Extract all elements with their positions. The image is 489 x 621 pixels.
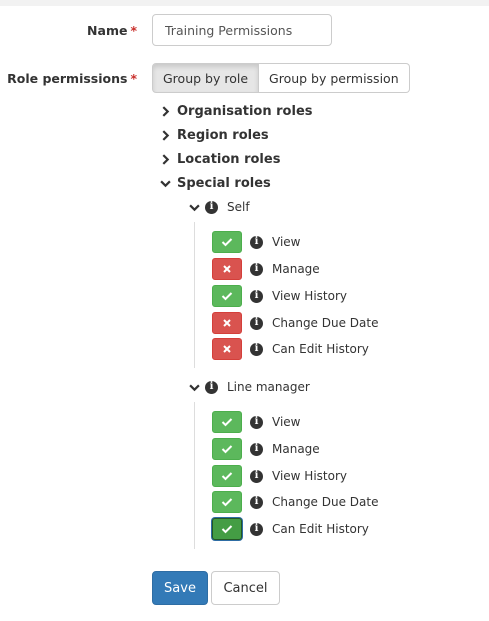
- required-mark: *: [130, 23, 137, 38]
- required-mark: *: [130, 71, 137, 86]
- info-icon[interactable]: i: [250, 235, 263, 249]
- permission-toggle[interactable]: [212, 491, 242, 513]
- group-organisation-roles[interactable]: Organisation roles: [160, 102, 313, 120]
- group-by-role-button[interactable]: Group by role: [152, 63, 260, 93]
- check-icon: [221, 445, 233, 454]
- info-icon[interactable]: i: [250, 469, 263, 483]
- permission-row: i Change Due Date: [212, 312, 378, 334]
- permission-toggle[interactable]: [212, 258, 242, 280]
- chevron-right-icon: [162, 129, 170, 141]
- permission-label: Change Due Date: [272, 495, 379, 509]
- name-input[interactable]: [152, 14, 332, 46]
- permission-label: Change Due Date: [272, 316, 379, 330]
- info-icon[interactable]: i: [250, 522, 263, 536]
- self-tree-line: [194, 222, 195, 368]
- chevron-right-icon: [162, 153, 170, 165]
- permission-row: i Can Edit History: [212, 518, 369, 540]
- save-button[interactable]: Save: [152, 571, 208, 605]
- group-by-permission-button[interactable]: Group by permission: [259, 63, 410, 93]
- info-icon[interactable]: i: [250, 262, 263, 276]
- permission-toggle[interactable]: [212, 231, 242, 253]
- permission-row: i View History: [212, 285, 347, 307]
- line-manager-tree-line: [194, 402, 195, 549]
- group-region-roles[interactable]: Region roles: [160, 126, 269, 144]
- permission-toggle[interactable]: [212, 465, 242, 487]
- x-icon: [223, 345, 231, 353]
- permission-label: View History: [272, 469, 347, 483]
- grouping-toggle: Group by role Group by permission: [152, 63, 410, 93]
- group-special-roles[interactable]: Special roles: [160, 174, 271, 192]
- check-icon: [221, 238, 233, 247]
- permission-row: i View: [212, 231, 300, 253]
- chevron-down-icon: [189, 384, 200, 391]
- group-location-roles[interactable]: Location roles: [160, 150, 280, 168]
- cancel-button[interactable]: Cancel: [211, 571, 280, 605]
- check-icon: [221, 498, 233, 507]
- chevron-down-icon: [189, 204, 200, 211]
- permission-toggle[interactable]: [212, 312, 242, 334]
- check-icon: [221, 292, 233, 301]
- permission-row: i View History: [212, 465, 347, 487]
- role-permissions-label: Role permissions *: [7, 71, 137, 86]
- permission-row: i Can Edit History: [212, 338, 369, 360]
- permission-row: i Manage: [212, 438, 320, 460]
- permission-toggle[interactable]: [212, 338, 242, 360]
- info-icon[interactable]: i: [250, 495, 263, 509]
- check-icon: [221, 472, 233, 481]
- permission-label: Can Edit History: [272, 342, 369, 356]
- check-icon: [221, 418, 233, 427]
- permission-row: i View: [212, 411, 300, 433]
- permission-row: i Manage: [212, 258, 320, 280]
- role-label: Line manager: [227, 380, 310, 394]
- role-label: Self: [227, 200, 250, 214]
- permission-label: View: [272, 415, 301, 429]
- group-label: Special roles: [177, 175, 271, 191]
- role-line-manager[interactable]: i Line manager: [189, 379, 310, 395]
- permission-toggle[interactable]: [212, 285, 242, 307]
- permission-label: View: [272, 235, 301, 249]
- info-icon[interactable]: i: [205, 200, 218, 214]
- chevron-right-icon: [162, 105, 170, 117]
- permission-label: Manage: [272, 442, 320, 456]
- group-label: Region roles: [177, 127, 269, 143]
- x-icon: [223, 265, 231, 273]
- permission-toggle[interactable]: [212, 411, 242, 433]
- group-label: Organisation roles: [177, 103, 313, 119]
- permission-toggle[interactable]: [212, 518, 242, 540]
- info-icon[interactable]: i: [205, 380, 218, 394]
- chevron-down-icon: [160, 180, 171, 187]
- check-icon: [221, 525, 233, 534]
- role-self[interactable]: i Self: [189, 199, 250, 215]
- group-label: Location roles: [177, 151, 281, 167]
- info-icon[interactable]: i: [250, 442, 263, 456]
- info-icon[interactable]: i: [250, 342, 263, 356]
- info-icon[interactable]: i: [250, 316, 263, 330]
- permission-row: i Change Due Date: [212, 491, 378, 513]
- info-icon[interactable]: i: [250, 289, 263, 303]
- permission-label: Can Edit History: [272, 522, 369, 536]
- permission-label: Manage: [272, 262, 320, 276]
- info-icon[interactable]: i: [250, 415, 263, 429]
- permission-label: View History: [272, 289, 347, 303]
- name-label: Name *: [87, 23, 137, 38]
- x-icon: [223, 319, 231, 327]
- permission-toggle[interactable]: [212, 438, 242, 460]
